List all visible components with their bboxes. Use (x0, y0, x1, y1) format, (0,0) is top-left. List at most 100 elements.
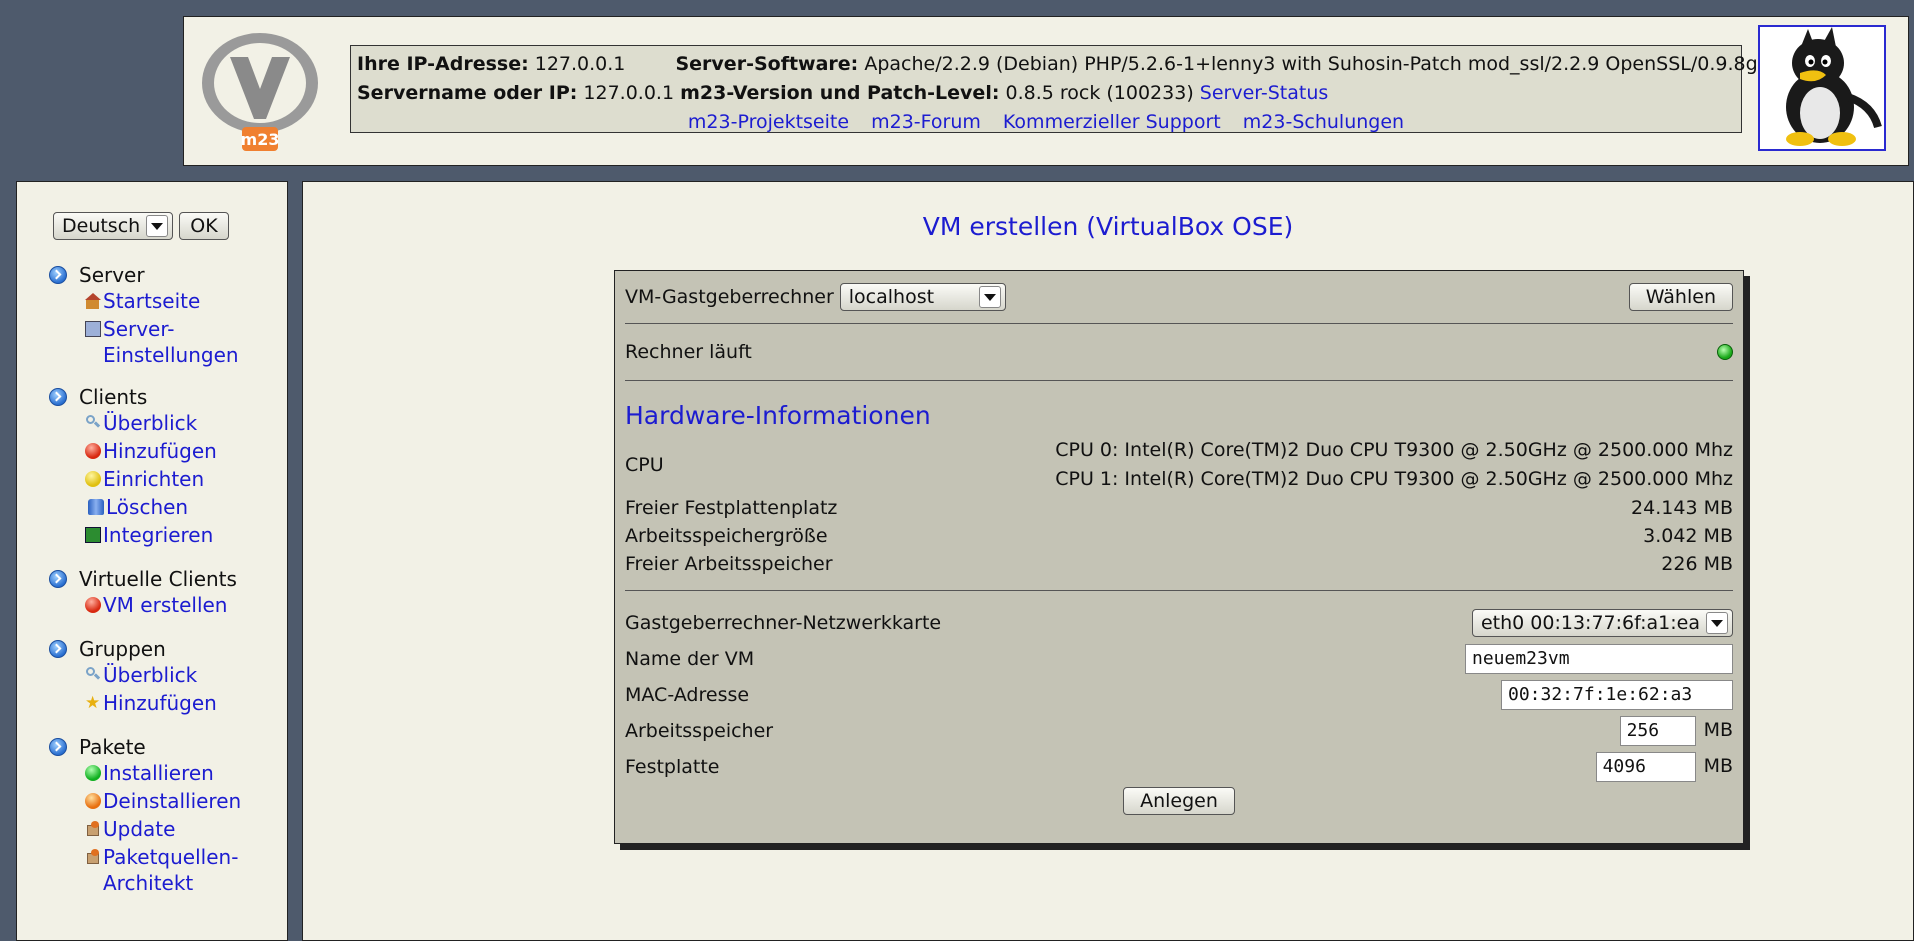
sidebar-item-label[interactable]: Überblick (103, 410, 197, 436)
host-label: VM-Gastgeberrechner (625, 286, 834, 308)
hdd-unit: MB (1703, 755, 1733, 777)
create-row: Anlegen (625, 787, 1733, 815)
sidebar-item-packages-update[interactable]: Update (49, 816, 284, 844)
sidebar-item-clients-delete[interactable]: Löschen (49, 494, 284, 522)
sidebar-item-groups-add[interactable]: ★ Hinzufügen (49, 690, 284, 718)
status-led-green-icon (1717, 344, 1733, 360)
sidebar-item-clients-setup[interactable]: Einrichten (49, 466, 284, 494)
nav-section-server: Server Startseite Server-Einstellungen (49, 262, 284, 368)
sidebar-item-label[interactable]: Integrieren (103, 522, 213, 548)
sidebar-item-groups-overview[interactable]: Überblick (49, 662, 284, 690)
language-selector-row: Deutsch OK (53, 212, 229, 240)
red-ball-icon (85, 597, 101, 613)
package-icon (85, 821, 101, 837)
trainings-link[interactable]: m23-Schulungen (1243, 111, 1404, 133)
sidebar-item-vm-create[interactable]: VM erstellen (49, 592, 284, 620)
language-select[interactable]: Deutsch (53, 212, 174, 240)
sidebar-item-label[interactable]: Installieren (103, 760, 214, 786)
nav-heading: Virtuelle Clients (49, 566, 284, 592)
nic-select[interactable]: eth0 00:13:77:6f:a1:ea (1471, 609, 1733, 637)
cpu-1-value: CPU 1: Intel(R) Core(TM)2 Duo CPU T9300 … (1055, 468, 1733, 490)
sidebar-item-server-settings[interactable]: Server-Einstellungen (49, 316, 284, 368)
nav-heading-label: Server (79, 263, 145, 287)
chevron-down-icon (978, 286, 1001, 308)
ram-row: Arbeitsspeicher 256 MB (625, 713, 1733, 749)
hdd-label: Festplatte (625, 756, 720, 778)
hdd-input[interactable]: 4096 (1595, 752, 1696, 782)
mac-address-input[interactable]: 00:32:7f:1e:62:a3 (1501, 680, 1733, 710)
arrow-circle-icon (49, 570, 67, 588)
sidebar-item-label[interactable]: Server-Einstellungen (103, 316, 243, 368)
logo-text: m23 (241, 130, 280, 149)
sidebar-item-label[interactable]: Einrichten (103, 466, 204, 492)
version-label: m23-Version und Patch-Level: (680, 82, 1000, 104)
ram-label: Arbeitsspeicher (625, 720, 774, 742)
main-content: VM erstellen (VirtualBox OSE) VM-Gastgeb… (302, 181, 1914, 941)
commercial-support-link[interactable]: Kommerzieller Support (1003, 111, 1221, 133)
cpu-0-value: CPU 0: Intel(R) Core(TM)2 Duo CPU T9300 … (1055, 439, 1733, 461)
sidebar-item-label[interactable]: Überblick (103, 662, 197, 688)
sidebar-item-packages-install[interactable]: Installieren (49, 760, 284, 788)
vm-name-row: Name der VM neuem23vm (625, 641, 1733, 677)
uninstall-icon (85, 793, 101, 809)
arrow-circle-icon (49, 388, 67, 406)
choose-host-button[interactable]: Wählen (1628, 283, 1733, 311)
sidebar-item-packages-uninstall[interactable]: Deinstallieren (49, 788, 284, 816)
header: m23 Ihre IP-Adresse: 127.0.0.1 Server-So… (183, 16, 1909, 166)
nic-row: Gastgeberrechner-Netzwerkkarte eth0 00:1… (625, 605, 1733, 641)
disk-free-label: Freier Festplattenplatz (625, 497, 838, 519)
sidebar-item-clients-add[interactable]: Hinzufügen (49, 438, 284, 466)
nic-label: Gastgeberrechner-Netzwerkkarte (625, 612, 942, 634)
create-vm-button[interactable]: Anlegen (1123, 787, 1235, 815)
nav-heading-label: Pakete (79, 735, 146, 759)
mac-label: MAC-Adresse (625, 684, 750, 706)
sidebar-item-label[interactable]: Löschen (106, 494, 188, 520)
arrow-circle-icon (49, 266, 67, 284)
nav-heading-label: Gruppen (79, 637, 166, 661)
sidebar-item-clients-overview[interactable]: Überblick (49, 410, 284, 438)
page-title: VM erstellen (VirtualBox OSE) (922, 212, 1294, 241)
mem-free-label: Freier Arbeitsspeicher (625, 553, 833, 575)
forum-link[interactable]: m23-Forum (871, 111, 981, 133)
yellow-ball-icon (85, 471, 101, 487)
arrow-circle-icon (49, 738, 67, 756)
nav-section-packages: Pakete Installieren Deinstallieren Updat… (49, 734, 284, 896)
green-ball-icon (85, 765, 101, 781)
nav-section-virtual-clients: Virtuelle Clients VM erstellen (49, 566, 284, 620)
network-icon (85, 527, 101, 543)
package-icon (85, 849, 101, 865)
nav-heading: Server (49, 262, 284, 288)
host-select[interactable]: localhost (839, 283, 1006, 311)
nav-heading-label: Clients (79, 385, 148, 409)
server-status-link[interactable]: Server-Status (1200, 82, 1329, 104)
sidebar-item-label[interactable]: Startseite (103, 288, 200, 314)
sidebar-item-clients-integrate[interactable]: Integrieren (49, 522, 284, 550)
language-ok-button[interactable]: OK (179, 212, 229, 240)
host-select-value: localhost (848, 286, 935, 308)
sidebar: Deutsch OK Server Startseite Server-Eins… (16, 181, 288, 941)
arrow-circle-icon (49, 640, 67, 658)
chevron-down-icon (1706, 612, 1728, 634)
ram-unit: MB (1703, 719, 1733, 741)
sidebar-item-packages-sources[interactable]: Paketquellen-Architekt (49, 844, 284, 896)
divider (625, 380, 1733, 381)
sidebar-item-startseite[interactable]: Startseite (49, 288, 284, 316)
nav-heading: Gruppen (49, 636, 284, 662)
sidebar-item-label[interactable]: Deinstallieren (103, 788, 241, 814)
m23-logo: m23 (202, 33, 318, 151)
project-page-link[interactable]: m23-Projektseite (688, 111, 849, 133)
magnifier-icon (85, 415, 101, 431)
magnifier-icon (85, 667, 101, 683)
sidebar-item-label[interactable]: Paketquellen-Architekt (103, 844, 243, 896)
mac-row: MAC-Adresse 00:32:7f:1e:62:a3 (625, 677, 1733, 713)
vm-name-input[interactable]: neuem23vm (1465, 644, 1733, 674)
sidebar-item-label[interactable]: Hinzufügen (103, 690, 217, 716)
sidebar-item-label[interactable]: Update (103, 816, 175, 842)
mem-free-row: Freier Arbeitsspeicher 226 MB (625, 550, 1733, 578)
host-row: VM-Gastgeberrechner localhost Wählen (625, 271, 1733, 323)
ram-input[interactable]: 256 (1619, 716, 1696, 746)
software-value: Apache/2.2.9 (Debian) PHP/5.2.6-1+lenny3… (864, 53, 1758, 75)
sidebar-item-label[interactable]: Hinzufügen (103, 438, 217, 464)
star-icon: ★ (85, 693, 101, 713)
sidebar-item-label[interactable]: VM erstellen (103, 592, 227, 618)
